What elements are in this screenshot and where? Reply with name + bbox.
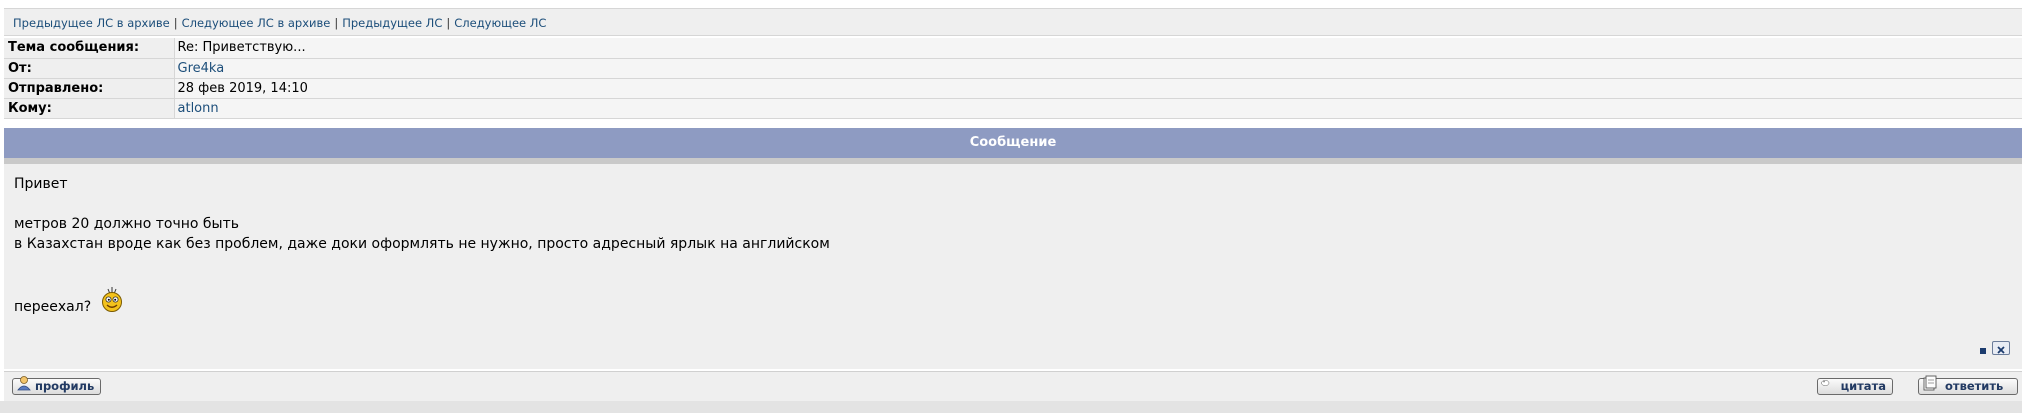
message-line: переехал? — [14, 299, 92, 315]
message-line: метров 20 должно точно быть — [14, 216, 239, 232]
to-user-link[interactable]: atlonn — [178, 101, 219, 116]
sent-row: Отправлено: 28 фев 2019, 14:10 — [4, 78, 2022, 99]
svg-text:": " — [1823, 380, 1825, 386]
nav-separator: | — [173, 16, 178, 30]
message-corner-actions — [1980, 341, 2010, 355]
prev-pm-link[interactable]: Предыдущее ЛС — [342, 16, 442, 30]
quote-icon: " — [1821, 379, 1830, 386]
message-title-bar: Сообщение — [4, 128, 2022, 164]
smiley-icon — [101, 287, 122, 312]
subject-row: Тема сообщения: Re: Приветствую... — [4, 38, 2022, 59]
message-header-table: Тема сообщения: Re: Приветствую... От: G… — [4, 38, 2022, 119]
sent-value: 28 фев 2019, 14:10 — [174, 78, 2022, 99]
delete-button[interactable] — [1992, 341, 2010, 355]
prev-archive-link[interactable]: Предыдущее ЛС в архиве — [13, 16, 170, 30]
next-pm-link[interactable]: Следующее ЛС — [454, 16, 546, 30]
reply-icon — [1923, 375, 1937, 390]
quote-button[interactable]: " цитата — [1817, 378, 1893, 395]
report-icon[interactable] — [1980, 348, 1986, 354]
to-row: Кому: atlonn — [4, 98, 2022, 119]
reply-button-label: ответить — [1945, 379, 2004, 393]
nav-separator: | — [446, 16, 451, 30]
message-line: Привет — [14, 176, 68, 192]
message-line-with-smiley: переехал? — [14, 287, 2022, 317]
nav-separator: | — [334, 16, 339, 30]
close-icon — [1997, 346, 2005, 354]
from-user-link[interactable]: Gre4ka — [178, 61, 225, 76]
pm-navigation-bar: Предыдущее ЛС в архиве | Следующее ЛС в ар… — [4, 8, 2022, 36]
profile-button-label: профиль — [35, 379, 95, 393]
profile-button[interactable]: профиль — [12, 375, 102, 395]
reply-button[interactable]: ответить — [1918, 375, 2018, 395]
bottom-divider — [0, 401, 2022, 413]
quote-button-label: цитата — [1840, 379, 1886, 393]
user-icon — [17, 375, 31, 390]
from-row: От: Gre4ka — [4, 58, 2022, 79]
message-line: в Казахстан вроде как без проблем, даже … — [14, 236, 830, 252]
subject-label: Тема сообщения: — [4, 38, 175, 59]
subject-value: Re: Приветствую... — [174, 38, 2022, 59]
from-label: От: — [4, 58, 175, 79]
to-label: Кому: — [4, 98, 175, 119]
message-footer: профиль " цитата ответить — [4, 371, 2022, 401]
message-body: Привет метров 20 должно точно быть в Каз… — [4, 164, 2022, 369]
next-archive-link[interactable]: Следующее ЛС в архиве — [182, 16, 331, 30]
sent-label: Отправлено: — [4, 78, 175, 99]
